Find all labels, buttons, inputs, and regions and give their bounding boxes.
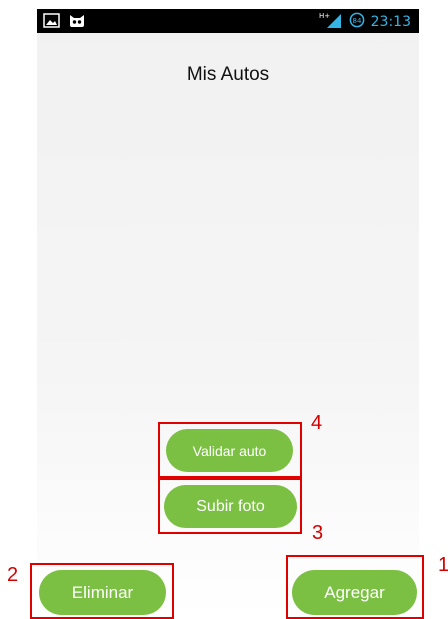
status-right-icons: H+ 84 23:13 <box>319 11 411 33</box>
annotation-number-4: 4 <box>311 412 323 434</box>
data-icon: 84 <box>349 12 365 32</box>
status-time: 23:13 <box>370 14 411 30</box>
status-left-icons <box>43 13 86 32</box>
annotation-box-2 <box>30 563 174 619</box>
annotation-box-4 <box>158 422 302 478</box>
annotation-number-3: 3 <box>312 522 324 544</box>
annotation-box-3 <box>158 478 302 534</box>
svg-text:84: 84 <box>352 17 361 25</box>
status-bar: H+ 84 23:13 <box>37 9 419 33</box>
android-cat-icon <box>68 13 86 32</box>
page-title: Mis Autos <box>186 64 270 85</box>
image-icon <box>43 13 60 32</box>
annotation-number-2: 2 <box>7 564 19 586</box>
annotated-screenshot: H+ 84 23:13 Mis Autos Validar auto Subir… <box>0 0 448 619</box>
annotation-number-1: 1 <box>438 554 448 576</box>
signal-icon: H+ <box>319 11 343 33</box>
svg-text:H+: H+ <box>319 12 330 20</box>
annotation-box-1 <box>286 555 424 619</box>
